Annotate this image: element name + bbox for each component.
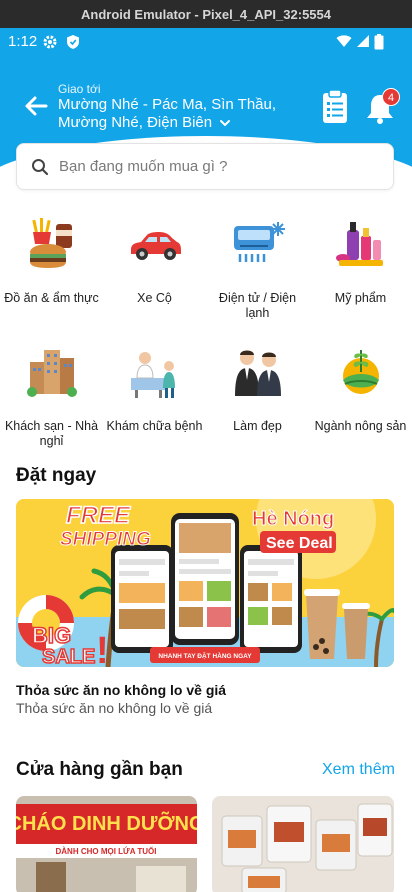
deal-title: Thỏa sức ăn no không lo về giá: [16, 682, 227, 698]
store-sign-text: CHÁO DINH DƯỠNG: [16, 811, 197, 835]
category-label: Ngành nông sản: [314, 419, 407, 433]
car-icon: [130, 232, 181, 260]
notification-badge: 4: [382, 88, 400, 106]
category-label: Khám chữa bệnh: [106, 419, 203, 433]
category-vehicles[interactable]: Xe Cộ: [103, 216, 206, 306]
chevron-down-icon: [220, 120, 231, 127]
signal-icon: [357, 35, 369, 47]
battery-icon: [374, 34, 384, 50]
back-arrow-icon[interactable]: [22, 92, 50, 120]
promo-banner[interactable]: FREE SHIPPING BIG SALE ! Hè Nóng See Dea…: [16, 499, 394, 667]
delivery-address[interactable]: Mường Nhé - Pác Ma, Sìn Thầu, Mường Nhé,…: [58, 96, 318, 132]
nearby-stores-title: Cửa hàng gần bạn: [16, 759, 183, 780]
category-electronics[interactable]: Điện tử / Điện lạnh: [206, 216, 309, 321]
agriculture-icon: [342, 350, 379, 394]
deal-subtitle: Thỏa sức ăn no không lo về giá: [16, 700, 213, 716]
banner-cta-text: NHANH TAY ĐẶT HÀNG NGAY: [158, 651, 252, 660]
category-agriculture[interactable]: Ngành nông sản: [309, 344, 412, 434]
settings-icon: [43, 35, 57, 49]
category-beauty[interactable]: Làm đẹp: [206, 344, 309, 434]
banner-shipping-text: SHIPPING: [60, 529, 151, 550]
category-label: Đồ ăn & ẩm thực: [4, 291, 99, 305]
category-label: Khách sạn - Nhà nghỉ: [4, 419, 99, 448]
emulator-title-bar: Android Emulator - Pixel_4_API_32:5554: [0, 0, 412, 28]
store-card[interactable]: [212, 796, 394, 892]
category-food[interactable]: Đồ ăn & ẩm thực: [0, 216, 103, 306]
store-photo: CHÁO DINH DƯỠNG DÀNH CHO MỌI LỨA TUỔI: [16, 796, 197, 892]
banner-summer-text: Hè Nóng: [252, 508, 334, 530]
emulator-title: Android Emulator - Pixel_4_API_32:5554: [81, 6, 331, 22]
see-more-link[interactable]: Xem thêm: [322, 761, 395, 779]
doctor-icon: [130, 352, 175, 398]
search-bar[interactable]: [16, 143, 394, 190]
deliver-to-label: Giao tới: [58, 82, 101, 96]
banner-see-deal-text: See Deal: [266, 535, 333, 552]
store-photo: [212, 796, 394, 892]
banner-free-text: FREE: [66, 502, 131, 529]
search-icon: [32, 158, 49, 175]
hotel-icon: [26, 350, 77, 397]
air-conditioner-icon: [233, 222, 285, 262]
category-label: Điện tử / Điện lạnh: [218, 291, 297, 320]
category-medical[interactable]: Khám chữa bệnh: [103, 344, 206, 434]
delivery-address-text: Mường Nhé - Pác Ma, Sìn Thầu, Mường Nhé,…: [58, 96, 277, 131]
order-now-title: Đặt ngay: [16, 465, 97, 486]
shield-icon: [67, 35, 79, 49]
app-screen: 1:12 Giao tới Mường Nhé - Pác Ma, Sìn Th…: [0, 28, 412, 892]
status-time: 1:12: [8, 33, 38, 50]
store-sign-subtext: DÀNH CHO MỌI LỨA TUỔI: [56, 847, 157, 856]
cosmetics-icon: [335, 222, 383, 266]
status-bar: 1:12: [0, 28, 412, 54]
banner-exclaim: !: [96, 630, 109, 667]
store-card[interactable]: CHÁO DINH DƯỠNG DÀNH CHO MỌI LỨA TUỔI: [16, 796, 197, 892]
search-input[interactable]: [59, 158, 359, 175]
order-list-icon[interactable]: [318, 88, 352, 126]
food-icon: [29, 218, 72, 268]
category-label: Làm đẹp: [233, 419, 282, 433]
category-cosmetics[interactable]: Mỹ phẩm: [309, 216, 412, 306]
banner-big-text: BIG: [32, 623, 71, 648]
category-label: Mỹ phẩm: [334, 291, 387, 305]
beauty-icon: [234, 350, 281, 396]
wifi-icon: [336, 35, 352, 47]
category-label: Xe Cộ: [137, 291, 172, 305]
promo-banner-art: FREE SHIPPING BIG SALE ! Hè Nóng See Dea…: [16, 499, 394, 667]
category-hotel[interactable]: Khách sạn - Nhà nghỉ: [0, 344, 103, 449]
banner-sale-text: SALE: [42, 646, 95, 667]
